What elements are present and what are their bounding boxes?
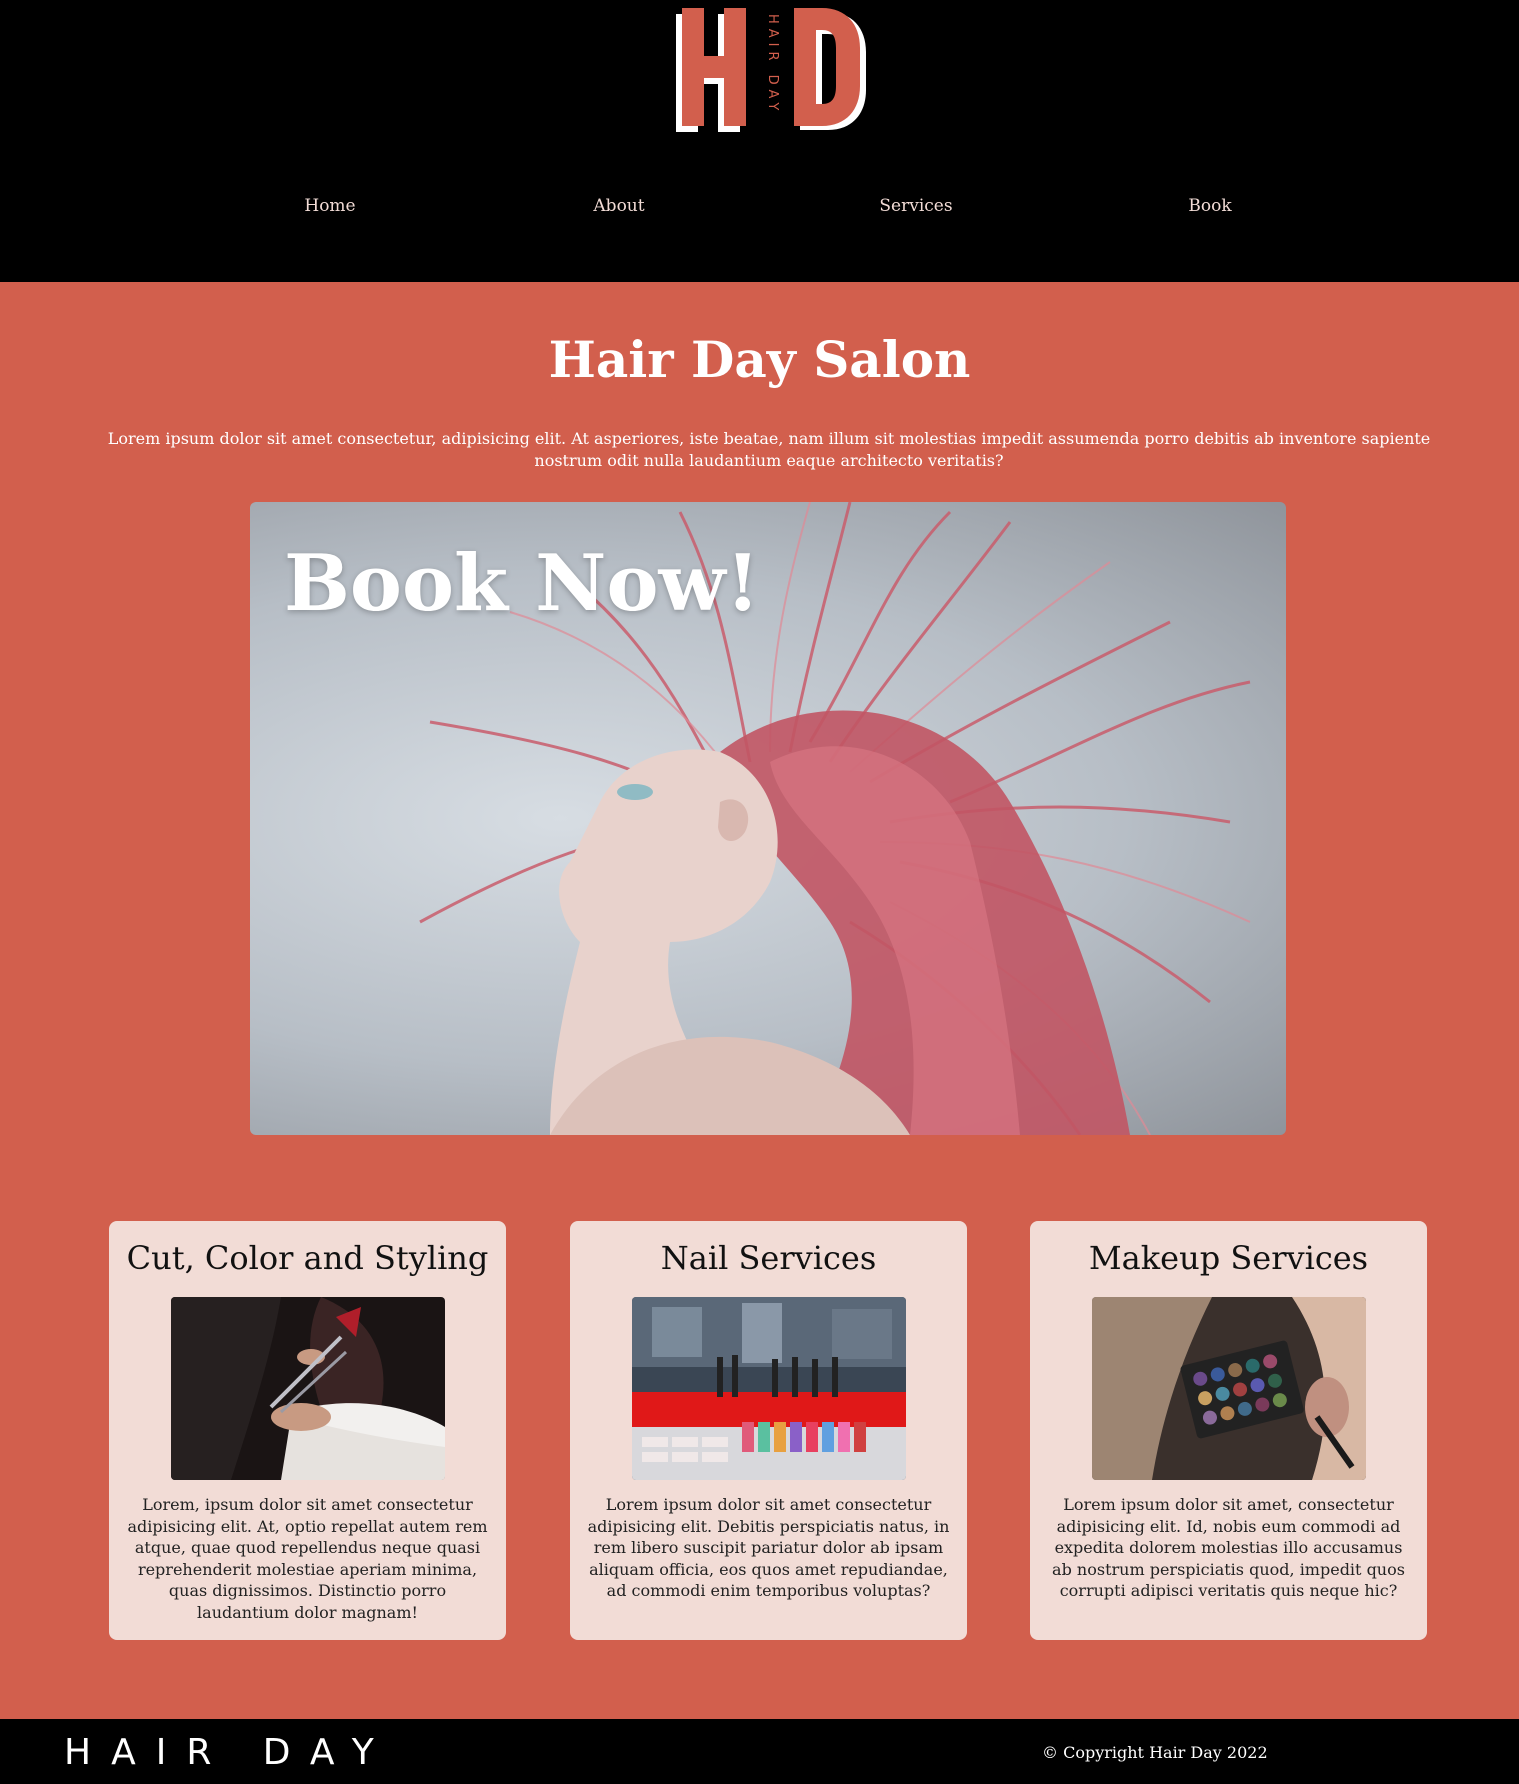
footer-logo[interactable]: HAIR DAY (64, 1732, 394, 1773)
book-now-banner[interactable]: Book Now! (250, 502, 1286, 1135)
service-card-text: Lorem ipsum dolor sit amet consectetur a… (586, 1494, 951, 1602)
service-card-text: Lorem ipsum dolor sit amet, consectetur … (1046, 1494, 1411, 1602)
intro-text: Lorem ipsum dolor sit amet consectetur, … (90, 428, 1448, 472)
nav-home-link[interactable]: Home (304, 196, 355, 216)
service-card-nails[interactable]: Nail Services (570, 1221, 967, 1640)
logo-vertical-text: HAIR DAY (765, 14, 780, 115)
main-nav: Home About Services Book (0, 196, 1519, 220)
page-title: Hair Day Salon (0, 330, 1519, 389)
nail-polish-photo (632, 1297, 906, 1480)
nav-about-link[interactable]: About (593, 196, 644, 216)
logo-letter-d (794, 8, 866, 130)
service-card-title: Nail Services (570, 1239, 967, 1277)
service-card-title: Cut, Color and Styling (109, 1239, 506, 1277)
copyright-text: © Copyright Hair Day 2022 (1042, 1743, 1268, 1762)
logo-letter-h (676, 8, 746, 132)
nav-services-link[interactable]: Services (879, 196, 952, 216)
book-now-heading: Book Now! (284, 538, 760, 629)
nav-book-link[interactable]: Book (1188, 196, 1231, 216)
site-logo[interactable]: HAIR DAY (668, 0, 868, 132)
service-card-cut-color[interactable]: Cut, Color and Styling Lorem, ipsum dolo… (109, 1221, 506, 1640)
makeup-palette-photo (1092, 1297, 1366, 1480)
service-card-makeup[interactable]: Makeup Services Lorem ipsum dolor sit am… (1030, 1221, 1427, 1640)
site-header: HAIR DAY Home About Services Book (0, 0, 1519, 282)
service-card-title: Makeup Services (1030, 1239, 1427, 1277)
site-footer: HAIR DAY © Copyright Hair Day 2022 (0, 1719, 1519, 1784)
haircut-photo (171, 1297, 445, 1480)
service-card-text: Lorem, ipsum dolor sit amet consectetur … (125, 1494, 490, 1623)
